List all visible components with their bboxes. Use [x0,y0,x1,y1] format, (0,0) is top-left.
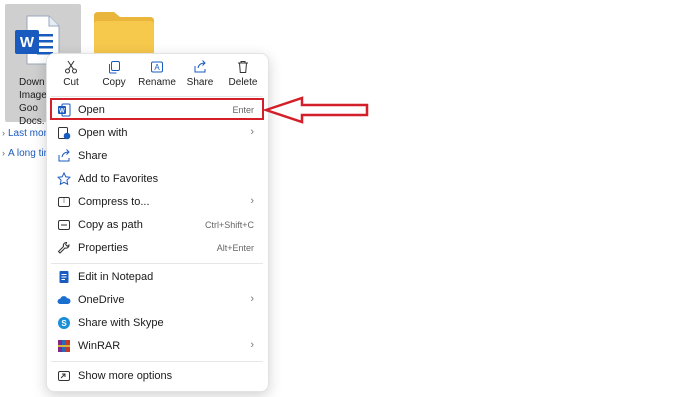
menu-divider [51,96,263,97]
group-header-last-month[interactable]: › Last mon [2,128,49,139]
open-highlight-box [50,98,264,120]
menu-item-add-to-favorites[interactable]: Add to Favorites [49,168,266,190]
menu-item-properties[interactable]: Properties Alt+Enter [49,237,266,259]
menu-item-edit-in-notepad[interactable]: Edit in Notepad [49,266,266,288]
menu-item-label: WinRAR [78,340,121,352]
menu-divider [51,263,263,264]
menu-item-label: Share [78,150,108,162]
menu-item-share-with-skype[interactable]: S Share with Skype [49,312,266,334]
chevron-right-icon: › [2,128,5,138]
rename-icon: A [151,61,163,73]
delete-label: Delete [228,77,258,88]
chevron-right-icon: › [250,293,254,305]
svg-text:W: W [20,34,35,51]
winrar-icon [58,340,70,352]
svg-text:S: S [61,319,67,328]
red-arrow-icon [262,96,369,124]
menu-item-label: OneDrive [78,294,125,306]
chevron-right-icon: › [250,126,254,138]
menu-item-label: Show more options [78,370,173,382]
menu-item-label: Share with Skype [78,317,164,329]
cloud-icon [57,296,71,304]
menu-item-label: Compress to... [78,196,150,208]
share-button[interactable]: Share [181,58,219,94]
chevron-right-icon: › [2,148,5,158]
menu-item-label: Open with [78,127,128,139]
zip-icon [58,197,70,207]
menu-item-show-more-options[interactable]: Show more options [49,365,266,387]
share-label: Share [186,77,214,88]
copy-icon [109,61,120,74]
menu-item-onedrive[interactable]: OneDrive › [49,289,266,311]
more-options-icon [58,371,70,381]
cut-label: Cut [63,77,79,88]
group-label: A long tin [8,148,50,159]
notepad-icon [59,271,69,283]
menu-item-winrar[interactable]: WinRAR › [49,335,266,357]
wrench-icon [57,242,70,254]
star-icon [57,172,71,186]
trash-icon [238,61,248,73]
menu-item-open-with[interactable]: Open with › [49,122,266,144]
path-icon [58,220,70,230]
folder-icon[interactable] [93,10,155,56]
open-with-icon [58,127,71,140]
menu-item-label: Copy as path [78,219,143,231]
menu-divider [51,361,263,362]
menu-item-label: Edit in Notepad [78,271,154,283]
menu-item-label: Properties [78,242,129,254]
group-header-long-time-ago[interactable]: › A long tin [2,148,49,159]
skype-icon: S [58,317,70,329]
chevron-right-icon: › [250,339,254,351]
menu-item-compress-to[interactable]: Compress to... › [49,191,266,213]
menu-item-copy-as-path[interactable]: Copy as path Ctrl+Shift+C [49,214,266,236]
cut-button[interactable]: Cut [52,58,90,94]
share-icon [194,60,206,73]
share-icon [58,149,70,162]
delete-button[interactable]: Delete [224,58,262,94]
svg-text:A: A [154,63,160,72]
rename-button[interactable]: A Rename [138,58,176,94]
rename-label: Rename [138,77,176,88]
menu-item-shortcut: Alt+Enter [216,243,254,253]
copy-label: Copy [102,77,126,88]
chevron-right-icon: › [250,195,254,207]
context-menu-toolbar: Cut Copy A Rename Share Delete [47,54,268,96]
menu-item-label: Add to Favorites [78,173,159,185]
group-label: Last mon [8,128,50,139]
copy-button[interactable]: Copy [95,58,133,94]
menu-item-shortcut: Ctrl+Shift+C [204,220,254,230]
scissors-icon [65,60,77,74]
menu-item-share[interactable]: Share [49,145,266,167]
